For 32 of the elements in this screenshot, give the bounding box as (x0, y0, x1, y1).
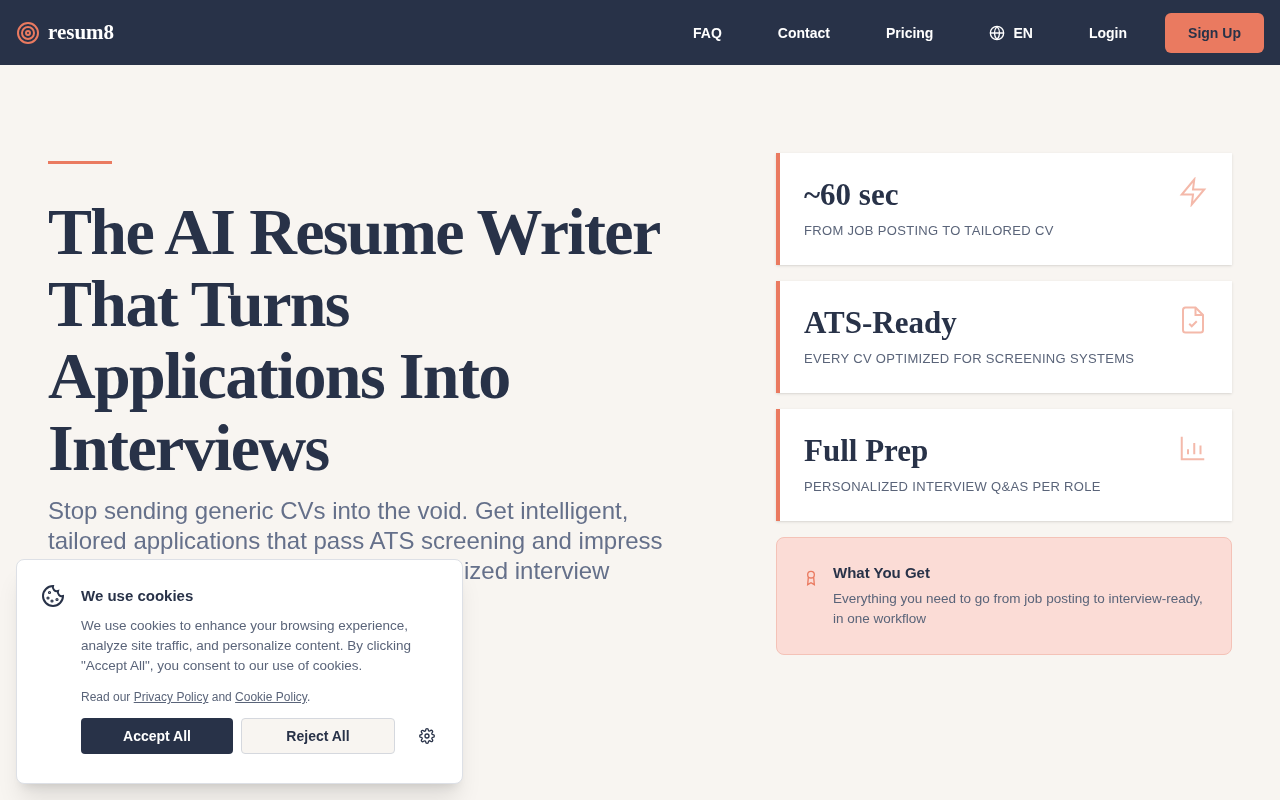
stat-value: Full Prep (804, 433, 930, 469)
cookie-description: We use cookies to enhance your browsing experience, analyze site traffic, and personalize content. By clicking "Accept All", you consent to our use of cookies. (81, 617, 412, 675)
accept-all-button[interactable]: Accept All (81, 718, 233, 754)
subtitle-text: ized interview (464, 557, 610, 584)
login-link[interactable]: Login (1088, 22, 1127, 43)
privacy-policy-link[interactable]: Privacy Policy (133, 690, 209, 704)
stat-value: ATS-Ready (804, 305, 958, 341)
lightning-icon (1178, 177, 1208, 207)
nav-link[interactable]: FAQ (693, 22, 722, 43)
settings-icon[interactable] (419, 728, 435, 744)
cookie-icon (41, 584, 65, 608)
nav-link[interactable]: Pricing (885, 22, 934, 43)
headline: The AI Resume Writer That Turns Applications Into Interviews (48, 196, 660, 484)
subtitle-text: Stop sending generic CVs into the void. Get intelligent, (48, 496, 630, 526)
stat-value: ~60 sec (804, 177, 900, 213)
brand-name[interactable]: resum8 (48, 16, 115, 49)
benefit-text: Everything you need to go from job posting to interview-ready, in one workflow (833, 589, 1203, 628)
policy-note: Read our Privacy Policy and Cookie Policy. (81, 689, 312, 706)
nav-link[interactable]: Contact (777, 22, 830, 43)
stat-caption: FROM JOB POSTING TO TAILORED CV (804, 222, 1054, 240)
reject-all-button[interactable]: Reject All (241, 718, 395, 754)
stat-caption: PERSONALIZED INTERVIEW Q&AS PER ROLE (804, 478, 1101, 496)
subtitle-text: tailored applications that pass ATS screening and impress (48, 526, 664, 556)
accent-rule (48, 161, 112, 164)
target-logo-icon (16, 20, 40, 45)
cookie-policy-link[interactable]: Cookie Policy (235, 690, 307, 704)
benefit-title: What You Get (833, 563, 931, 583)
language-selector[interactable]: EN (989, 22, 1033, 43)
sign-up-button[interactable]: Sign Up (1165, 12, 1264, 53)
globe-icon (989, 24, 1006, 41)
stat-caption: EVERY CV OPTIMIZED FOR SCREENING SYSTEMS (804, 350, 1135, 368)
cookie-title: We use cookies (81, 585, 194, 606)
